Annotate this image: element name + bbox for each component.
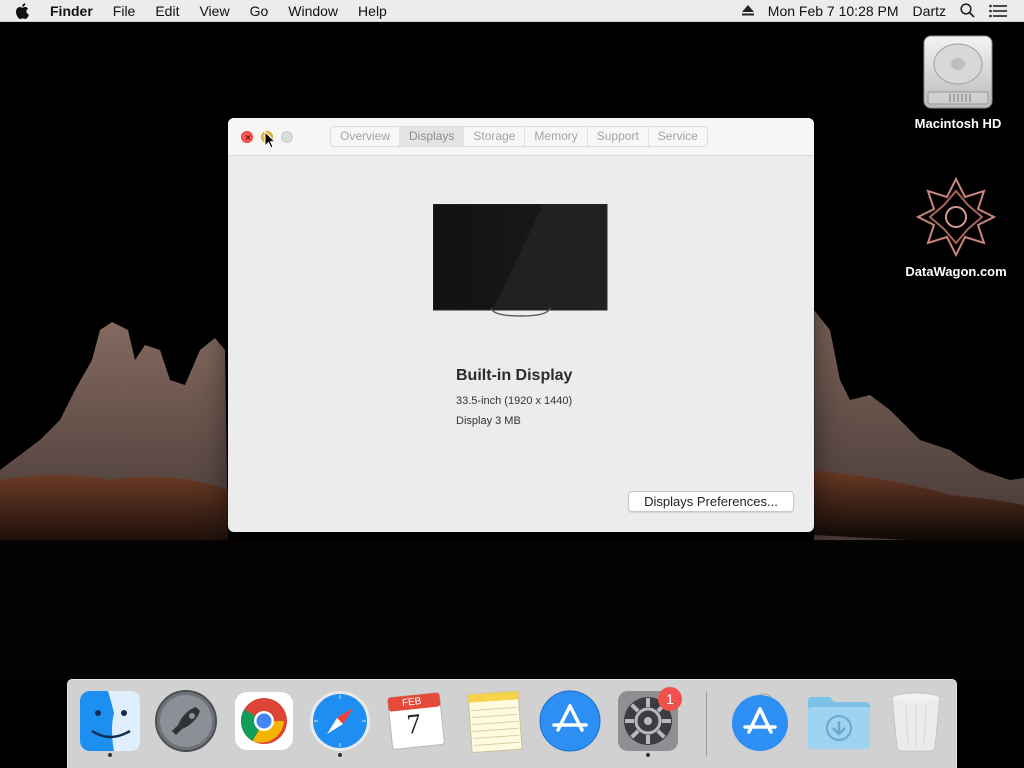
display-name: Built-in Display (456, 367, 573, 384)
dock-item-system-preferences[interactable]: 1 (616, 687, 682, 757)
about-this-mac-window: Overview Displays Storage Memory Support… (228, 118, 814, 532)
chrome-icon (235, 692, 293, 750)
dock-item-calendar[interactable]: FEB 7 (384, 689, 448, 757)
calendar-month: FEB (401, 696, 422, 709)
downloads-folder-icon (808, 697, 870, 749)
apple-menu-icon[interactable] (0, 0, 44, 22)
menu-file[interactable]: File (103, 0, 146, 22)
desktop-icon-datawagon[interactable]: DataWagon.com (896, 174, 1016, 279)
desktop-icon-label: DataWagon.com (905, 264, 1007, 279)
dock-divider (706, 692, 707, 756)
close-window-button[interactable] (241, 131, 253, 143)
finder-icon (80, 691, 140, 751)
window-content: Built-in Display 33.5-inch (1920 x 1440)… (228, 156, 814, 532)
display-info: Built-in Display 33.5-inch (1920 x 1440)… (456, 367, 572, 435)
dock-item-safari[interactable] (308, 689, 372, 757)
segmented-tab-bar: Overview Displays Storage Memory Support… (330, 126, 708, 147)
dock-item-app-store[interactable] (538, 689, 602, 757)
launchpad-icon (155, 690, 217, 752)
datawagon-logo-icon (915, 176, 997, 258)
tab-displays[interactable]: Displays (400, 127, 465, 146)
mouse-pointer-icon (264, 131, 276, 149)
dock: FEB 7 1 (67, 679, 957, 768)
menu-go[interactable]: Go (240, 0, 279, 22)
menu-window[interactable]: Window (278, 0, 348, 22)
app-store-icon (539, 690, 601, 752)
menu-clock[interactable]: Mon Feb 7 10:28 PM (761, 0, 906, 22)
menu-bar: Finder File Edit View Go Window Help Mon… (0, 0, 1024, 22)
tab-memory[interactable]: Memory (525, 127, 588, 146)
app-store-installer-icon (732, 693, 788, 751)
eject-icon[interactable] (735, 0, 761, 22)
safari-icon (310, 691, 370, 751)
menu-user-name[interactable]: Dartz (906, 0, 953, 22)
dock-item-launchpad[interactable] (154, 689, 218, 757)
displays-preferences-button[interactable]: Displays Preferences... (628, 491, 794, 512)
menu-view[interactable]: View (189, 0, 239, 22)
desktop-icon-macintosh-hd[interactable]: Macintosh HD (898, 32, 1018, 131)
window-titlebar[interactable]: Overview Displays Storage Memory Support… (228, 118, 814, 156)
spotlight-search-icon[interactable] (953, 0, 982, 22)
notification-center-icon[interactable] (982, 0, 1014, 22)
dock-item-notes[interactable] (462, 689, 526, 757)
zoom-window-button[interactable] (281, 131, 293, 143)
display-size-resolution: 33.5-inch (1920 x 1440) (456, 395, 573, 407)
hard-drive-icon (923, 35, 993, 109)
running-indicator (108, 753, 112, 757)
menu-app-name[interactable]: Finder (44, 0, 103, 22)
running-indicator (646, 753, 650, 757)
dock-item-trash[interactable] (884, 689, 948, 757)
dock-item-finder[interactable] (78, 689, 142, 757)
notification-badge: 1 (658, 687, 682, 711)
dock-item-downloads[interactable] (806, 689, 870, 757)
tab-storage[interactable]: Storage (464, 127, 526, 146)
desktop-icon-label: Macintosh HD (914, 116, 1002, 131)
menu-edit[interactable]: Edit (145, 0, 189, 22)
tab-support[interactable]: Support (588, 127, 649, 146)
display-memory: Display 3 MB (456, 415, 521, 427)
dock-item-app-store-installer[interactable] (728, 689, 792, 757)
tab-overview[interactable]: Overview (331, 127, 401, 146)
notes-icon (467, 690, 523, 753)
running-indicator (338, 753, 342, 757)
display-monitor-icon (433, 204, 608, 317)
tab-service[interactable]: Service (649, 127, 707, 146)
trash-icon (891, 692, 941, 752)
menu-help[interactable]: Help (348, 0, 397, 22)
dock-item-chrome[interactable] (232, 689, 296, 757)
